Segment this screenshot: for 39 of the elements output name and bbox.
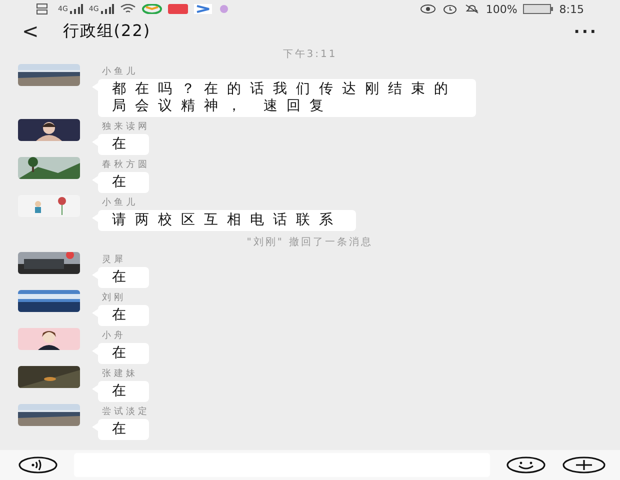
sender-name: 灵犀 [102, 255, 126, 265]
sender-name: 刘刚 [102, 293, 126, 303]
message-bubble: 在 [98, 419, 149, 440]
sender-name: 春秋方圆 [102, 160, 150, 170]
signal-icon [68, 4, 83, 14]
message-bubble: 在 [98, 172, 149, 193]
sender-name: 小鱼儿 [102, 67, 138, 77]
recall-notice: "刘刚" 撤回了一条消息 [246, 236, 374, 250]
voice-icon[interactable] [18, 456, 58, 474]
chat-title: 行政组(22) [62, 20, 152, 42]
message-bubble: 在 [98, 305, 149, 326]
sender-name: 尝试淡定 [102, 407, 150, 417]
app-icon [218, 4, 230, 14]
back-button[interactable]: < [22, 19, 39, 43]
battery-icon [523, 4, 554, 14]
message-bubble: 在 [98, 267, 149, 288]
more-button[interactable]: ··· [574, 22, 598, 40]
message-bubble: 在 [98, 343, 149, 364]
wifi-icon [120, 4, 136, 14]
battery-percent: 100% [486, 2, 518, 16]
app-icon [168, 4, 188, 14]
mute-icon [464, 4, 480, 14]
sender-name: 小舟 [102, 331, 126, 341]
app-icon [142, 4, 162, 14]
app-icon [194, 4, 212, 14]
message-bubble: 都在吗？在的话我们传达刚结束的局会议精神， 速回复 [98, 79, 476, 117]
timestamp: 下午3:11 [282, 48, 338, 62]
message-bubble: 请两校区互相电话联系 [98, 210, 356, 231]
emoji-icon[interactable] [506, 456, 546, 474]
alarm-icon [442, 4, 458, 14]
sender-name: 张建妹 [102, 369, 138, 379]
plus-icon[interactable] [562, 456, 606, 474]
sender-name: 独来读网 [102, 122, 150, 132]
sender-name: 小鱼儿 [102, 198, 138, 208]
eye-icon [420, 4, 436, 14]
message-bubble: 在 [98, 134, 149, 155]
message-bubble: 在 [98, 381, 149, 402]
signal-icon [100, 4, 114, 14]
clock: 8:15 [559, 2, 584, 16]
